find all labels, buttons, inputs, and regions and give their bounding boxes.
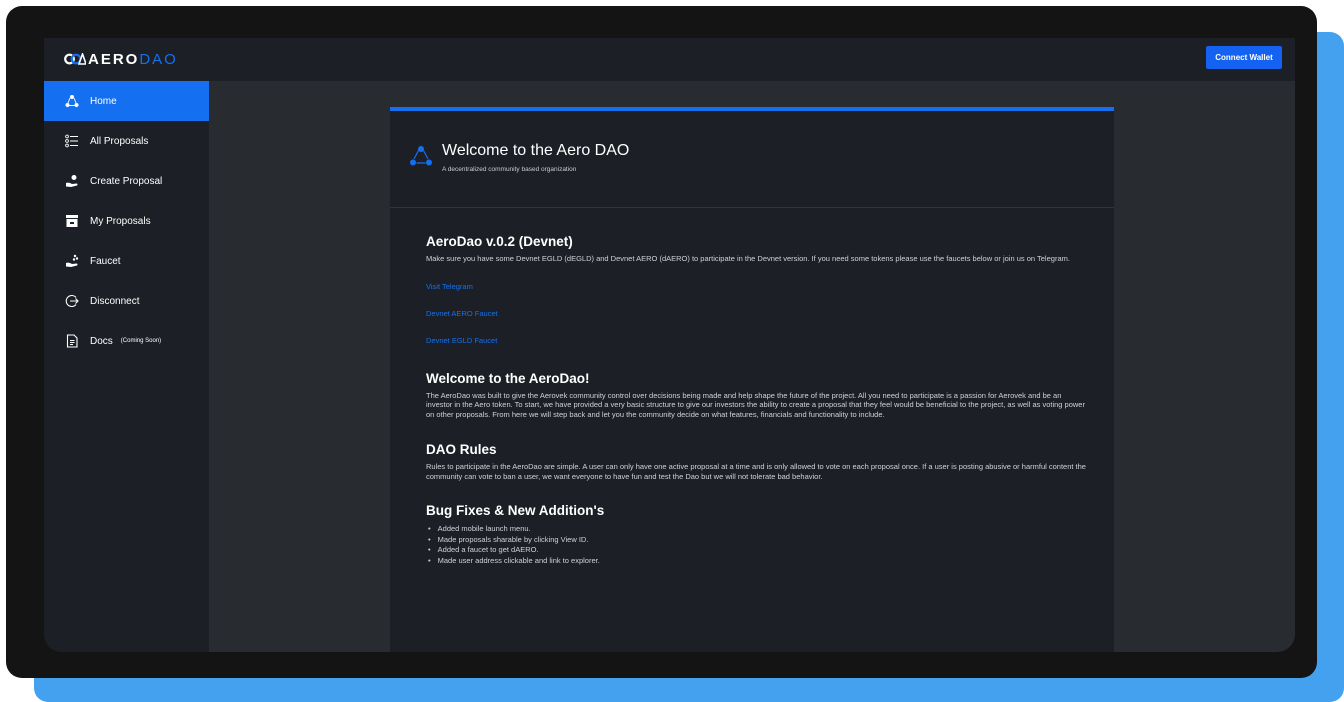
about-heading: Welcome to the AeroDao!: [426, 370, 590, 386]
sidebar-item-label: All Proposals: [90, 135, 149, 147]
hand-person-icon: [64, 173, 80, 189]
page-subtitle: A decentralized community based organiza…: [442, 166, 577, 173]
devnet-text: Make sure you have some Devnet EGLD (dEG…: [426, 254, 1070, 263]
sidebar-item-label: My Proposals: [90, 215, 151, 227]
top-bar: AERO DAO Connect Wallet: [44, 38, 1295, 81]
app-screen: AERO DAO Connect Wallet Home All Proposa…: [44, 38, 1295, 652]
logout-icon: [64, 293, 80, 309]
rules-text: Rules to participate in the AeroDao are …: [426, 462, 1086, 481]
page-title: Welcome to the Aero DAO: [442, 142, 630, 159]
document-icon: [64, 333, 80, 349]
coming-soon-note: (Coming Soon): [120, 338, 162, 344]
visit-telegram-link[interactable]: Visit Telegram: [426, 282, 1086, 291]
inbox-icon: [64, 213, 80, 229]
sidebar-item-create-proposal[interactable]: Create Proposal: [44, 161, 209, 201]
list-item: Made proposals sharable by clicking View…: [426, 535, 1086, 546]
fixes-list: Added mobile launch menu. Made proposals…: [426, 524, 1086, 566]
devnet-egld-faucet-link[interactable]: Devnet EGLD Faucet: [426, 336, 1086, 345]
sidebar-item-all-proposals[interactable]: All Proposals: [44, 121, 209, 161]
network-icon: [64, 93, 80, 109]
content-area: AeroDao v.0.2 (Devnet) Make sure you hav…: [426, 234, 1086, 566]
logo-aero-text: AERO: [88, 50, 140, 68]
about-text: The AeroDao was built to give the Aerove…: [426, 390, 1085, 419]
sidebar-item-label: Create Proposal: [90, 175, 163, 187]
sidebar-item-label: Faucet: [90, 255, 121, 267]
logo-dao-text: DAO: [139, 50, 178, 68]
faucet-icon: [64, 253, 80, 269]
sidebar-item-label: Disconnect: [90, 295, 140, 307]
sidebar-item-faucet[interactable]: Faucet: [44, 241, 209, 281]
rules-heading: DAO Rules: [426, 442, 497, 457]
network-icon: [410, 146, 432, 166]
panel-header: Welcome to the Aero DAO A decentralized …: [390, 111, 1114, 208]
sidebar-item-label: Home: [90, 95, 117, 107]
sidebar-item-home[interactable]: Home: [44, 81, 209, 121]
logo-mark-icon: [64, 53, 86, 65]
list-item: Added mobile launch menu.: [426, 524, 1086, 535]
devnet-heading: AeroDao v.0.2 (Devnet): [426, 234, 573, 249]
connect-wallet-button[interactable]: Connect Wallet: [1206, 46, 1282, 69]
fixes-heading: Bug Fixes & New Addition's: [426, 503, 605, 518]
list-item: Made user address clickable and link to …: [426, 556, 1086, 567]
list-item: Added a faucet to get dAERO.: [426, 545, 1086, 556]
device-frame: AERO DAO Connect Wallet Home All Proposa…: [6, 6, 1317, 678]
sidebar-item-label: Docs: [90, 335, 113, 347]
sidebar-item-disconnect[interactable]: Disconnect: [44, 281, 209, 321]
sidebar-item-my-proposals[interactable]: My Proposals: [44, 201, 209, 241]
list-icon: [64, 133, 80, 149]
sidebar: Home All Proposals Create Proposal My Pr…: [44, 81, 209, 652]
devnet-aero-faucet-link[interactable]: Devnet AERO Faucet: [426, 309, 1086, 318]
sidebar-item-docs[interactable]: Docs (Coming Soon): [44, 321, 209, 361]
aero-dao-logo[interactable]: AERO DAO: [64, 50, 178, 68]
